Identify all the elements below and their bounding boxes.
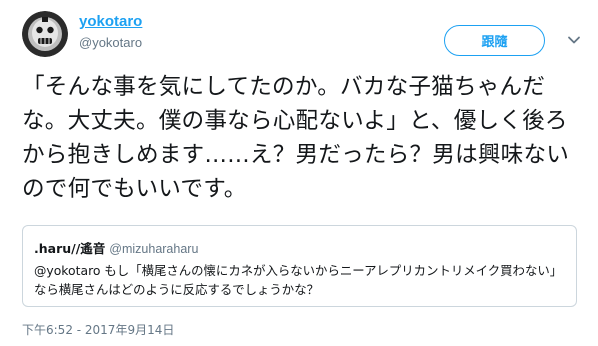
- quoted-tweet[interactable]: .haru//遙音 @mizuharaharu @yokotaro もし「横尾さん…: [22, 225, 577, 307]
- quoted-tweet-text: @yokotaro もし「横尾さんの懐にカネが入らないからニーアレプリカントリメ…: [34, 263, 563, 297]
- quoted-author-name: .haru//遙音: [34, 241, 106, 256]
- author-screen-name[interactable]: @yokotaro: [79, 35, 142, 50]
- author-display-name[interactable]: yokotaro: [79, 13, 142, 30]
- quoted-tweet-header: .haru//遙音 @mizuharaharu: [34, 238, 198, 257]
- quoted-author-handle: @mizuharaharu: [109, 242, 199, 256]
- chevron-down-icon: [568, 36, 580, 44]
- follow-button[interactable]: 跟隨: [444, 25, 545, 56]
- author-avatar[interactable]: [22, 11, 68, 57]
- masked-face-avatar-icon: [22, 11, 68, 57]
- tweet-timestamp[interactable]: 下午6:52 - 2017年9月14日: [22, 321, 174, 338]
- more-options-button[interactable]: [566, 32, 582, 48]
- tweet-text: 「そんな事を気にしてたのか。バカな子猫ちゃんだな。大丈夫。僕の事なら心配ないよ」…: [22, 74, 570, 202]
- tweet-card: yokotaro @yokotaro 跟隨 「そんな事を気にしてたのか。バカな子…: [0, 0, 598, 346]
